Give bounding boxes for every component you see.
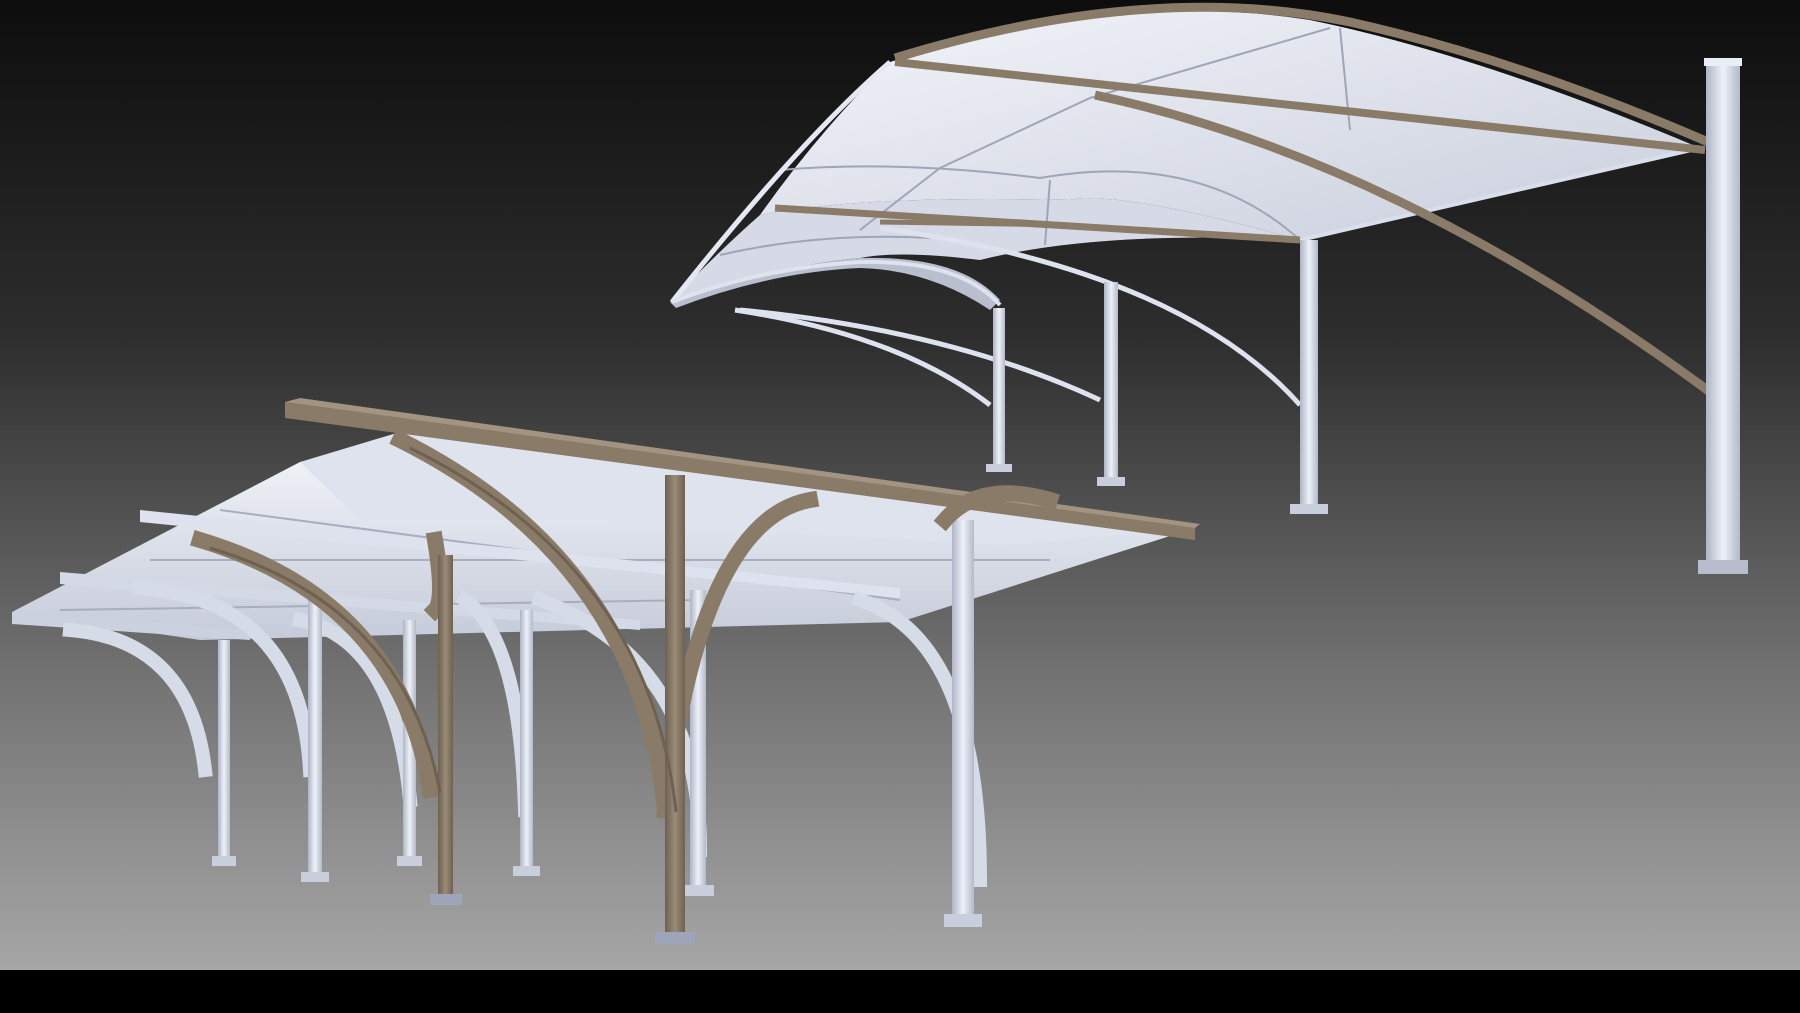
white-post-1-base xyxy=(212,856,236,866)
brown-post-2 xyxy=(665,475,685,940)
3d-render-scene xyxy=(0,0,1800,970)
white-post-2 xyxy=(308,600,322,878)
canopy-post-1-base xyxy=(986,464,1012,472)
canopy-post-1 xyxy=(993,308,1005,468)
render-viewport xyxy=(0,0,1800,1013)
white-post-5-base xyxy=(682,885,714,896)
white-post-2-base xyxy=(301,872,329,882)
brown-post-1-base xyxy=(430,894,462,905)
canopy-post-3-base xyxy=(1290,504,1328,514)
white-post-4 xyxy=(520,610,533,870)
canopy-post-2-base xyxy=(1097,477,1125,486)
white-post-1 xyxy=(218,640,230,862)
white-post-3-base xyxy=(397,856,422,866)
main-mast xyxy=(1706,62,1740,568)
main-mast-cap xyxy=(1704,58,1742,66)
white-post-6 xyxy=(952,520,974,920)
brown-post-1 xyxy=(438,555,453,900)
white-post-4-base xyxy=(513,866,540,876)
canopy-post-2 xyxy=(1104,282,1118,480)
main-mast-base xyxy=(1698,560,1748,574)
lower-rafter-2 xyxy=(879,219,1071,228)
canopy-post-3 xyxy=(1300,240,1318,508)
letterbox-bottom-bar xyxy=(0,970,1800,1013)
brown-post-2-base xyxy=(655,932,695,944)
white-post-6-base xyxy=(944,914,982,927)
